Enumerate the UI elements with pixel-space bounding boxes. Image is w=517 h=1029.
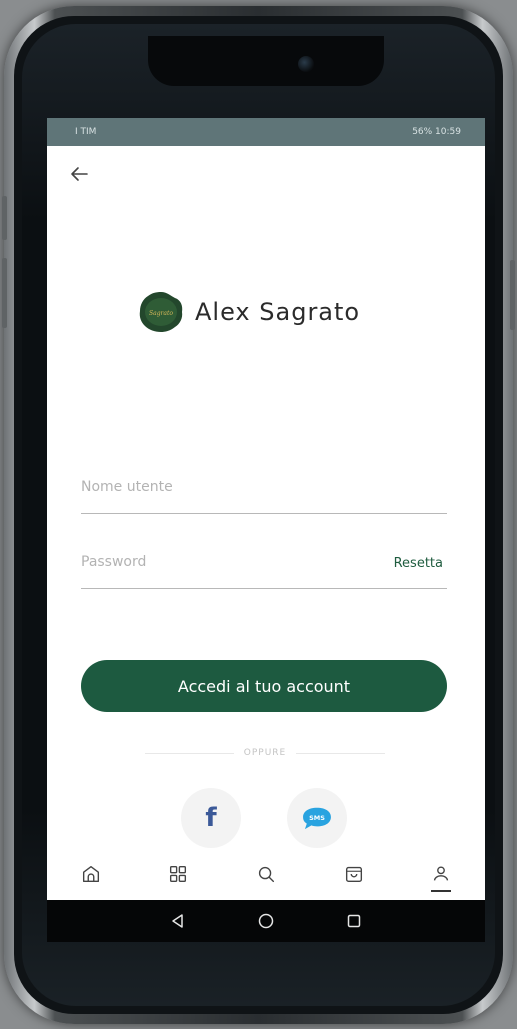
nav-search[interactable] bbox=[246, 854, 286, 894]
nav-home[interactable] bbox=[71, 854, 111, 894]
brand-header: Sagrato Alex Sagrato bbox=[137, 290, 360, 334]
home-circle-icon[interactable] bbox=[257, 912, 275, 930]
sms-icon-text: SMS bbox=[309, 814, 325, 822]
android-system-nav bbox=[47, 900, 485, 942]
search-icon bbox=[258, 866, 275, 883]
side-button-power bbox=[510, 260, 515, 330]
bag-icon bbox=[345, 866, 362, 883]
password-field-container: Resetta bbox=[81, 548, 447, 589]
facebook-login-button[interactable]: f bbox=[181, 788, 241, 848]
side-button-volume-down bbox=[2, 258, 7, 328]
recents-square-icon[interactable] bbox=[345, 912, 363, 930]
sms-login-button[interactable]: SMS bbox=[287, 788, 347, 848]
phone-notch bbox=[148, 36, 384, 86]
status-bar-carrier: I TIM bbox=[75, 127, 97, 137]
divider-text: OPPURE bbox=[243, 748, 287, 758]
grid-icon bbox=[170, 865, 187, 883]
brand-name: Alex Sagrato bbox=[195, 298, 361, 326]
brand-logo-text: Sagrato bbox=[149, 310, 173, 317]
app-screen: I TIM 56% 10:59 Sagrato Alex Sagrato Res… bbox=[47, 118, 485, 942]
nav-account[interactable] bbox=[421, 854, 461, 894]
reset-password-link[interactable]: Resetta bbox=[394, 556, 443, 571]
status-bar-battery-time: 56% 10:59 bbox=[412, 127, 461, 137]
side-button-volume-up bbox=[2, 196, 7, 240]
divider-line-left bbox=[145, 752, 234, 754]
divider-line-right bbox=[296, 752, 385, 754]
front-camera bbox=[298, 56, 314, 72]
nav-active-indicator bbox=[431, 890, 452, 892]
bottom-navigation bbox=[47, 848, 485, 900]
back-triangle-icon[interactable] bbox=[169, 912, 187, 930]
username-field-container bbox=[81, 473, 447, 514]
status-bar: I TIM 56% 10:59 bbox=[47, 118, 485, 146]
brand-logo-seal: Sagrato bbox=[139, 292, 183, 332]
username-input[interactable] bbox=[81, 473, 341, 501]
or-divider: OPPURE bbox=[145, 746, 385, 760]
user-icon bbox=[434, 866, 449, 881]
login-button[interactable]: Accedi al tuo account bbox=[81, 660, 447, 712]
nav-categories[interactable] bbox=[158, 854, 198, 894]
sms-icon: SMS bbox=[303, 807, 331, 830]
back-arrow-icon[interactable] bbox=[67, 162, 91, 186]
nav-cart[interactable] bbox=[334, 854, 374, 894]
facebook-icon: f bbox=[205, 803, 217, 833]
home-icon bbox=[82, 865, 99, 883]
password-input[interactable] bbox=[81, 548, 341, 576]
